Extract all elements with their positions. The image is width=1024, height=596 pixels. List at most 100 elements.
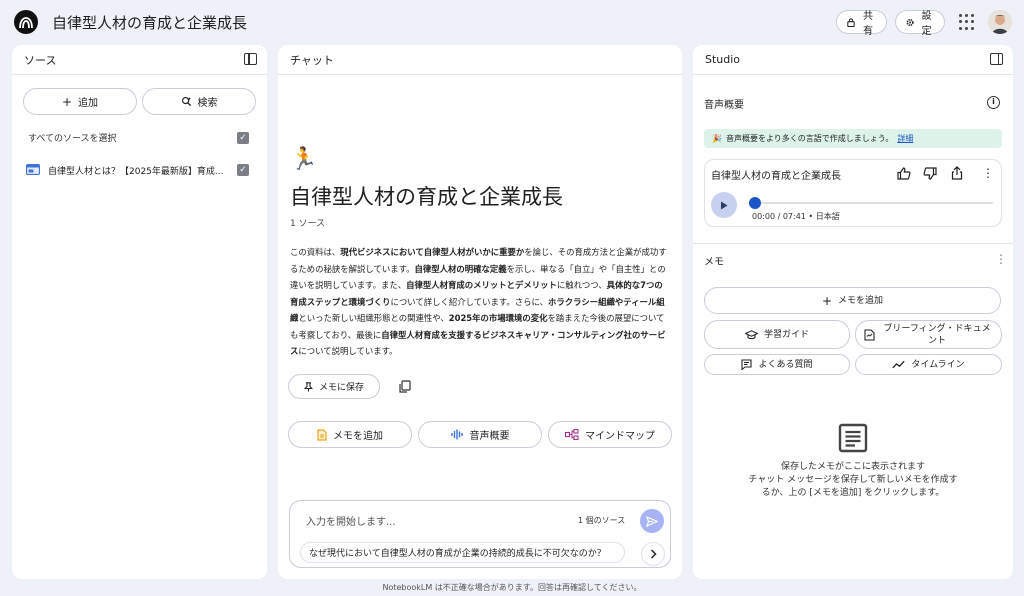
- graduation-cap-icon: [744, 329, 758, 339]
- timeline-icon: [892, 360, 905, 369]
- add-memo-chat-button[interactable]: メモを追加: [288, 421, 412, 448]
- gear-icon: [906, 18, 914, 26]
- notebook-title[interactable]: 自律型人材の育成と企業成長: [52, 12, 247, 33]
- summary-segment: 自律型人材の明確な定義: [414, 263, 507, 274]
- timeline-label: タイムライン: [911, 359, 965, 370]
- summary-segment: について説明しています。: [298, 346, 398, 356]
- add-source-label: 追加: [78, 98, 99, 109]
- faq-label: よくある質問: [758, 359, 813, 370]
- select-all-label: すべてのソースを選択: [28, 134, 117, 144]
- chat-header: チャット: [278, 45, 682, 75]
- save-to-memo-label: メモに保存: [318, 383, 364, 393]
- audio-progress-handle[interactable]: [749, 197, 761, 209]
- notebooklm-logo-icon[interactable]: [14, 10, 38, 34]
- mindmap-label: マインドマップ: [585, 431, 655, 442]
- source-item-checkbox[interactable]: ✓: [237, 164, 249, 176]
- faq-icon: [741, 359, 753, 370]
- app-header: 自律型人材の育成と企業成長 共有 設定: [0, 0, 1024, 44]
- suggested-question[interactable]: なぜ現代において自律型人材の育成が企業の持続的成長に不可欠なのか？: [300, 542, 625, 563]
- audio-time: 00:00 / 07:41 • 日本語: [752, 212, 840, 221]
- lock-icon: [847, 17, 855, 27]
- study-guide-label: 学習ガイド: [763, 329, 809, 340]
- search-source-button[interactable]: 検索: [142, 88, 256, 115]
- studio-panel: Studio 音声概要 i 🎉 音声概要をより多くの言語で作成しましょう。 詳細…: [693, 45, 1013, 579]
- mindmap-icon: [565, 429, 579, 440]
- briefing-doc-label: ブリーフィング・ドキュメント: [883, 323, 991, 346]
- summary-segment: 2025年の市場環境の変化: [448, 313, 548, 323]
- audio-overview-title: 音声概要: [704, 100, 744, 111]
- disclaimer: NotebookLM は不正確な場合があります。回答は再確認してください。: [382, 583, 642, 592]
- share-button[interactable]: 共有: [836, 10, 887, 37]
- plus-icon: +: [61, 94, 73, 109]
- summary-segment: について詳しく紹介しています。さらに、: [390, 296, 549, 307]
- web-source-icon: [26, 164, 40, 175]
- document-icon: [317, 428, 327, 441]
- briefing-doc-button[interactable]: ブリーフィング・ドキュメント: [855, 320, 1002, 349]
- pin-icon: [303, 381, 313, 391]
- summary-segment: この資料は、: [290, 247, 341, 257]
- empty-title: 保存したメモがここに表示されます: [780, 462, 925, 472]
- copy-icon[interactable]: [398, 379, 412, 393]
- faq-button[interactable]: よくある質問: [704, 354, 850, 375]
- language-banner: 🎉 音声概要をより多くの言語で作成しましょう。 詳細: [704, 129, 1002, 148]
- send-button[interactable]: [640, 509, 664, 533]
- sources-panel: ソース + 追加 検索 すべてのソースを選択 ✓ 自律型人材とは？【2025年最…: [12, 45, 267, 579]
- summary-segment: に触れつつ、: [556, 280, 607, 290]
- studio-title: Studio: [705, 53, 741, 66]
- notebook-emoji: 🏃: [290, 147, 318, 172]
- chevron-right-icon: [650, 549, 657, 559]
- play-button[interactable]: [711, 192, 737, 218]
- more-options-icon[interactable]: ⋮: [982, 167, 994, 179]
- chat-input-box[interactable]: 入力を開始します... 1 個のソース なぜ現代において自律型人材の育成が企業の…: [289, 500, 671, 568]
- plus-icon: +: [821, 293, 833, 308]
- notebook-summary: この資料は、現代ビジネスにおいて自律型人材がいかに重要かを論じ、その育成方法と企…: [290, 244, 668, 360]
- audio-overview-chat-label: 音声概要: [469, 431, 510, 442]
- audio-overview-chat-button[interactable]: 音声概要: [418, 421, 542, 448]
- audio-card-title: 自律型人材の育成と企業成長: [711, 171, 841, 182]
- info-icon[interactable]: i: [987, 96, 1000, 109]
- send-icon: [646, 515, 658, 527]
- chat-panel: チャット 🏃 自律型人材の育成と企業成長 1 ソース この資料は、現代ビジネスに…: [278, 45, 682, 579]
- source-item-label: 自律型人材とは？【2025年最新版】育成...: [48, 167, 224, 177]
- study-guide-button[interactable]: 学習ガイド: [704, 320, 850, 349]
- briefing-doc-icon: [864, 328, 875, 341]
- save-to-memo-button[interactable]: メモに保存: [288, 374, 380, 399]
- banner-link[interactable]: 詳細: [897, 133, 913, 144]
- collapse-panel-icon[interactable]: [244, 53, 257, 65]
- share-icon[interactable]: [951, 166, 963, 180]
- banner-text: 音声概要をより多くの言語で作成しましょう。: [725, 134, 894, 143]
- thumbs-down-icon[interactable]: [923, 167, 937, 180]
- thumbs-up-icon[interactable]: [897, 167, 911, 180]
- note-icon: [838, 423, 868, 453]
- notebook-heading: 自律型人材の育成と企業成長: [290, 185, 563, 209]
- settings-label: 設定: [921, 11, 932, 37]
- mindmap-button[interactable]: マインドマップ: [548, 421, 672, 448]
- sources-header: ソース: [12, 45, 267, 75]
- search-icon: [181, 96, 191, 107]
- chat-title: チャット: [290, 53, 334, 67]
- source-list-item[interactable]: 自律型人材とは？【2025年最新版】育成... ✓: [26, 162, 256, 178]
- play-icon: [721, 201, 728, 209]
- avatar[interactable]: [988, 10, 1012, 34]
- apps-grid-icon[interactable]: [959, 14, 975, 30]
- add-source-button[interactable]: + 追加: [23, 88, 137, 115]
- input-source-count: 1 個のソース: [578, 516, 626, 525]
- summary-segment: 現代ビジネスにおいて自律型人材がいかに重要か: [340, 247, 525, 257]
- summary-segment: 自律型人材育成のメリットとデメリット: [406, 280, 557, 290]
- audio-progress-track[interactable]: [761, 202, 993, 204]
- source-count: 1 ソース: [290, 219, 326, 229]
- next-suggestion-button[interactable]: [641, 542, 665, 566]
- memo-more-icon[interactable]: ⋮: [995, 253, 1007, 265]
- select-all-checkbox[interactable]: ✓: [237, 132, 249, 144]
- collapse-panel-icon[interactable]: [990, 53, 1003, 65]
- timeline-button[interactable]: タイムライン: [855, 354, 1002, 375]
- settings-button[interactable]: 設定: [895, 10, 945, 37]
- studio-header: Studio: [693, 45, 1013, 75]
- chat-input[interactable]: 入力を開始します...: [306, 513, 396, 528]
- memo-title: メモ: [704, 257, 724, 268]
- add-memo-studio-button[interactable]: + メモを追加: [704, 287, 1001, 314]
- waveform-icon: [450, 429, 463, 440]
- studio-divider: [693, 243, 1013, 244]
- search-source-label: 検索: [197, 98, 218, 109]
- share-label: 共有: [863, 11, 873, 37]
